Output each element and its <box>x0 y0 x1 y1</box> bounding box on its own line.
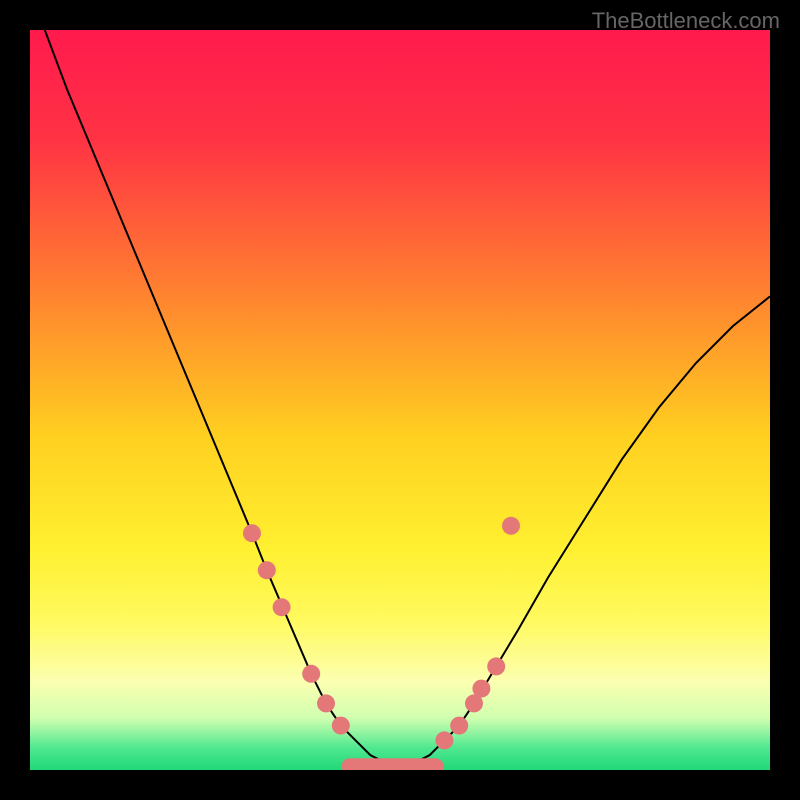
chart-svg <box>30 30 770 770</box>
data-point <box>487 657 505 675</box>
data-point <box>332 717 350 735</box>
data-point <box>258 561 276 579</box>
chart-background <box>30 30 770 770</box>
data-point <box>243 524 261 542</box>
bottleneck-chart <box>30 30 770 770</box>
data-point <box>435 731 453 749</box>
data-point <box>472 680 490 698</box>
data-point <box>302 665 320 683</box>
data-point <box>502 517 520 535</box>
data-point <box>450 717 468 735</box>
data-point <box>273 598 291 616</box>
data-point <box>317 694 335 712</box>
watermark: TheBottleneck.com <box>592 8 780 34</box>
